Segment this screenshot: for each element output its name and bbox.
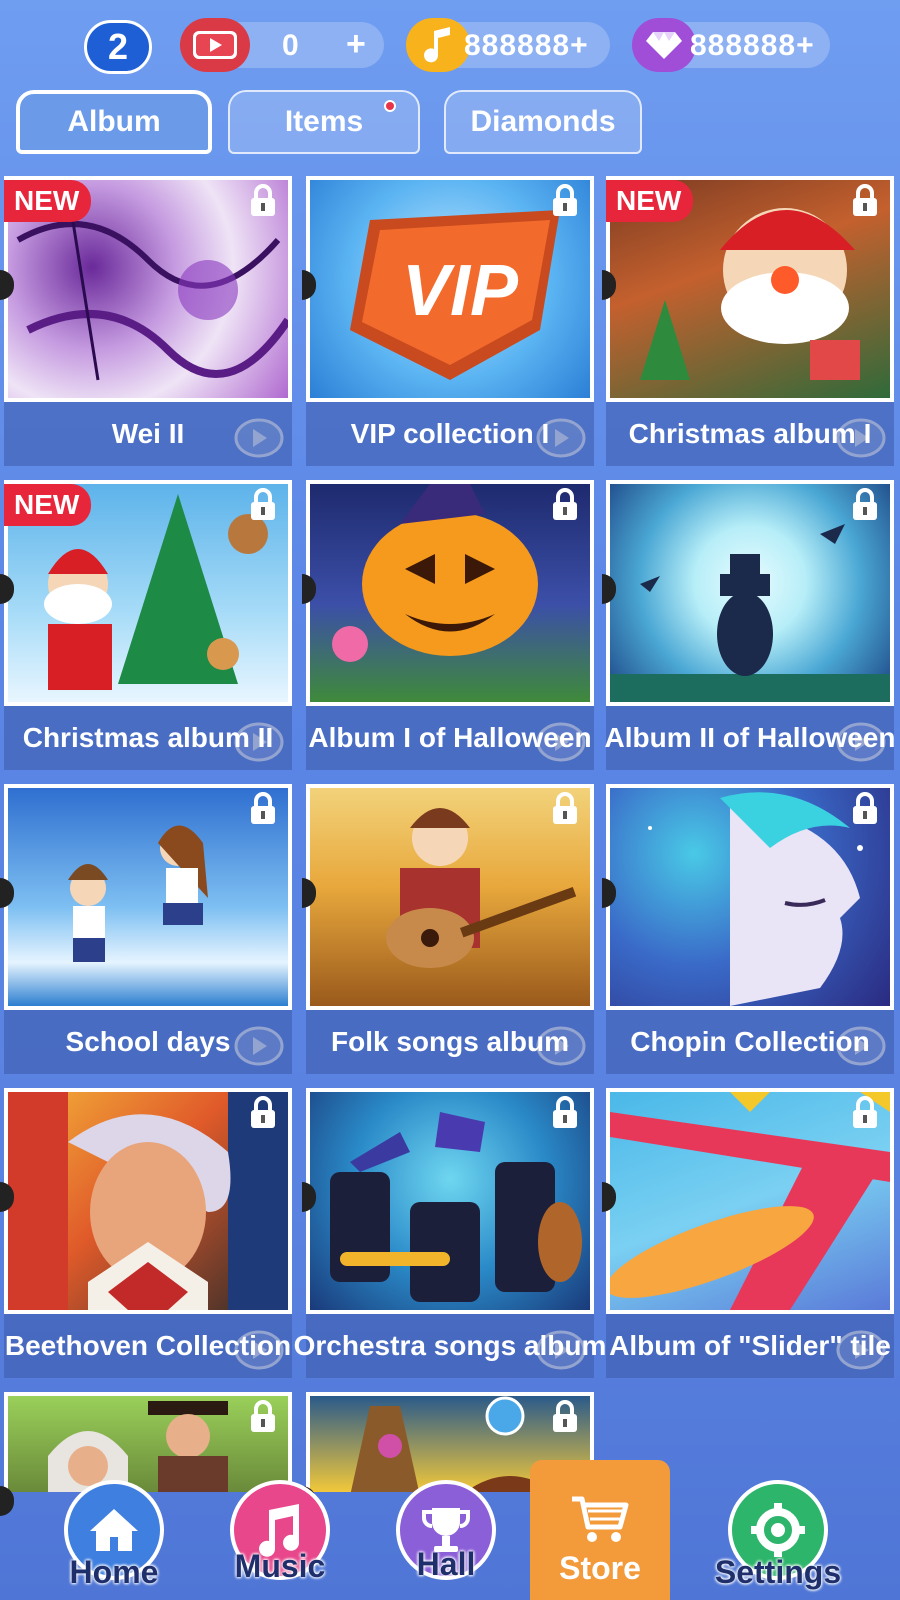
music-coin-icon bbox=[406, 18, 470, 72]
nav-settings-label: Settings bbox=[714, 1554, 842, 1590]
new-badge: NEW bbox=[4, 180, 92, 222]
lock-icon bbox=[251, 792, 275, 824]
diamond-icon bbox=[632, 18, 696, 72]
lock-icon bbox=[853, 184, 877, 216]
album-title: School days bbox=[4, 1010, 292, 1074]
album-card[interactable]: School days bbox=[0, 784, 292, 1078]
lock-icon bbox=[553, 488, 577, 520]
lock-icon bbox=[553, 1096, 577, 1128]
album-title: Album II of Halloween bbox=[605, 706, 895, 770]
nav-hall[interactable]: Hall bbox=[376, 1470, 516, 1600]
album-title: Beethoven Collection bbox=[4, 1314, 292, 1378]
album-card[interactable]: Orchestra songs album bbox=[294, 1088, 606, 1382]
tab-items[interactable]: Items bbox=[228, 90, 420, 154]
album-card[interactable]: Album of "Slider" tile bbox=[602, 1088, 894, 1382]
coin-value[interactable]: 888888+ bbox=[464, 26, 589, 66]
nav-music-label: Music bbox=[234, 1548, 326, 1584]
album-card[interactable]: Album I of Halloween bbox=[302, 480, 594, 774]
nav-hall-label: Hall bbox=[416, 1546, 476, 1582]
album-grid: NEW Wei II VIP VIP collection I NEW Chri… bbox=[0, 176, 900, 1516]
album-card[interactable]: Album II of Halloween bbox=[602, 480, 895, 774]
album-card[interactable]: Beethoven Collection bbox=[0, 1088, 292, 1382]
lock-icon bbox=[853, 1096, 877, 1128]
lock-icon bbox=[251, 184, 275, 216]
album-title: VIP collection I bbox=[306, 402, 594, 466]
nav-home[interactable]: Home bbox=[44, 1470, 184, 1600]
lock-icon bbox=[251, 488, 275, 520]
ticket-icon bbox=[180, 18, 250, 72]
diamond-value[interactable]: 888888+ bbox=[690, 26, 815, 66]
album-title: Christmas album II bbox=[4, 706, 292, 770]
lock-icon bbox=[853, 488, 877, 520]
nav-store-label: Store bbox=[559, 1550, 641, 1586]
lock-icon bbox=[553, 792, 577, 824]
lock-icon bbox=[251, 1096, 275, 1128]
svg-text:VIP: VIP bbox=[402, 251, 519, 331]
album-title: Chopin Collection bbox=[606, 1010, 894, 1074]
nav-store[interactable]: Store bbox=[530, 1460, 670, 1600]
tab-album[interactable]: Album bbox=[16, 90, 212, 154]
lock-icon bbox=[553, 184, 577, 216]
tab-album-label: Album bbox=[67, 105, 161, 138]
album-title: Christmas album I bbox=[606, 402, 894, 466]
level-badge: 2 bbox=[84, 20, 152, 74]
new-badge: NEW bbox=[606, 180, 694, 222]
tab-items-label: Items bbox=[284, 105, 364, 138]
tab-diamonds-label: Diamonds bbox=[470, 105, 616, 138]
album-card[interactable]: NEW Christmas album II bbox=[0, 480, 292, 774]
tab-diamonds[interactable]: Diamonds bbox=[444, 90, 642, 154]
album-title: Wei II bbox=[4, 402, 292, 466]
album-title: Orchestra songs album bbox=[294, 1314, 606, 1378]
nav-home-label: Home bbox=[69, 1554, 159, 1590]
top-status-bar: 2 0 + 888888+ 888888+ bbox=[0, 0, 900, 88]
nav-music[interactable]: Music bbox=[210, 1470, 350, 1600]
lock-icon bbox=[251, 1400, 275, 1432]
album-card[interactable]: NEW Wei II bbox=[0, 176, 292, 470]
album-title: Folk songs album bbox=[306, 1010, 594, 1074]
album-title: Album of "Slider" tile bbox=[606, 1314, 894, 1378]
new-badge: NEW bbox=[4, 484, 92, 526]
lock-icon bbox=[853, 792, 877, 824]
notification-dot bbox=[384, 100, 396, 112]
lock-icon bbox=[553, 1400, 577, 1432]
album-card[interactable]: Chopin Collection bbox=[602, 784, 894, 1078]
bottom-navigation: Home Music Hall Store Settings bbox=[0, 1460, 900, 1600]
add-tickets-button[interactable]: + bbox=[346, 24, 366, 64]
album-card[interactable]: Folk songs album bbox=[302, 784, 594, 1078]
nav-settings[interactable]: Settings bbox=[708, 1470, 848, 1600]
level-value: 2 bbox=[107, 26, 129, 67]
ticket-value: 0 bbox=[282, 29, 300, 62]
album-title: Album I of Halloween bbox=[306, 706, 594, 770]
album-card[interactable]: VIP VIP collection I bbox=[302, 176, 594, 470]
album-card[interactable]: NEW Christmas album I bbox=[602, 176, 894, 470]
